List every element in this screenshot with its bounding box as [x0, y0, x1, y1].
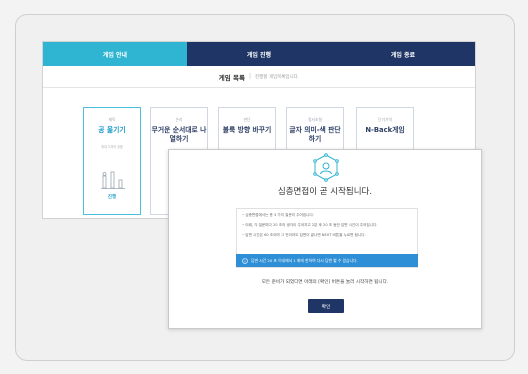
- game-status-badge: 진행: [107, 195, 117, 200]
- game-list-header: 게임 목록 | 진행할 게임목록입니다.: [43, 66, 475, 88]
- step-tabbar: 게임 안내 게임 진행 게임 종료: [43, 42, 475, 66]
- title-separator: |: [248, 73, 251, 80]
- game-category: 논리: [175, 117, 183, 122]
- tab-game-end[interactable]: 게임 종료: [331, 42, 475, 66]
- game-name: N-Back게임: [365, 126, 405, 134]
- game-name: 불룩 방향 바꾸기: [222, 126, 272, 134]
- rule-item: 이때, 각 질문마다 20 초의 생각이 주어지고 2분 후 20 초 동안 답…: [242, 223, 412, 227]
- game-category: 단기기억: [378, 117, 392, 122]
- notice-bar: 답변 시간 20 초 이내에서 1 회에 한하여 다시 답변 할 수 있습니다.: [236, 254, 418, 267]
- info-icon: [242, 257, 248, 264]
- game-name: 글자 의미-색 판단하기: [289, 126, 341, 143]
- game-list-title: 게임 목록: [218, 73, 245, 82]
- interview-start-modal: 심층면접이 곧 시작됩니다. 심층면접에서는 총 3 가지 질문이 주어집니다.…: [168, 149, 482, 329]
- game-name: 공 옮기기: [98, 126, 126, 134]
- interview-network-icon: [313, 153, 339, 182]
- game-list-subtitle: 진행할 게임목록입니다.: [254, 74, 300, 80]
- modal-title: 심층면접이 곧 시작됩니다.: [277, 187, 373, 197]
- tab-game-progress[interactable]: 게임 진행: [187, 42, 331, 66]
- game-category: 재독: [108, 117, 116, 122]
- notice-text: 답변 시간 20 초 이내에서 1 회에 한하여 다시 답변 할 수 있습니다.: [251, 257, 358, 263]
- game-category: 정서조절: [308, 117, 322, 122]
- stacked-blocks-icon: [101, 171, 125, 189]
- rule-item: 답변 시간은 60 초이며 그 전이라도 답변이 끝나면 NEXT 버튼을 누르…: [242, 233, 412, 237]
- game-name: 무거운 순서대로 나열하기: [151, 126, 207, 143]
- game-category: 판단: [243, 117, 251, 122]
- confirm-button[interactable]: 확인: [308, 299, 344, 313]
- start-instruction: 모든 준비가 되었다면 아래의 [확인] 버튼을 눌러 시작하면 됩니다.: [261, 280, 389, 285]
- game-card-ball-move[interactable]: 재독 공 옮기기 최대 5개의 공을 진행: [83, 107, 141, 215]
- game-desc: 최대 5개의 공을: [101, 145, 123, 149]
- tab-game-guide[interactable]: 게임 안내: [43, 42, 187, 66]
- rule-item: 심층면접에서는 총 3 가지 질문이 주어집니다.: [242, 213, 412, 217]
